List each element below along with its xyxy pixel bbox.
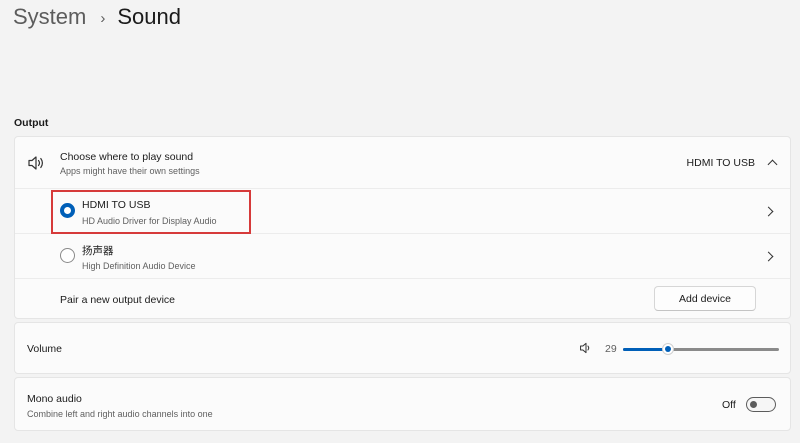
chevron-right-icon[interactable] <box>763 206 774 217</box>
breadcrumb-system-link[interactable]: System <box>13 4 86 30</box>
device-name: HDMI TO USB <box>82 199 151 211</box>
toggle-knob <box>750 401 757 408</box>
output-card: Choose where to play sound Apps might ha… <box>14 136 791 319</box>
choose-output-subtitle: Apps might have their own settings <box>60 166 200 176</box>
device-radio-unselected[interactable] <box>60 248 75 263</box>
device-radio-selected[interactable] <box>60 203 75 218</box>
volume-value: 29 <box>605 343 617 355</box>
mono-audio-subtitle: Combine left and right audio channels in… <box>27 409 213 419</box>
breadcrumb-separator: › <box>100 9 106 27</box>
mono-audio-card: Mono audio Combine left and right audio … <box>14 377 791 431</box>
current-output-value: HDMI TO USB <box>686 157 755 169</box>
pair-device-row: Pair a new output device Add device <box>15 279 790 319</box>
speaker-icon <box>28 156 43 170</box>
breadcrumb: System › Sound <box>13 2 181 32</box>
device-driver: HD Audio Driver for Display Audio <box>82 216 217 226</box>
volume-label: Volume <box>27 343 63 355</box>
device-name: 扬声器 <box>82 245 114 257</box>
choose-output-row[interactable]: Choose where to play sound Apps might ha… <box>15 137 790 189</box>
volume-slider-thumb[interactable] <box>662 343 674 355</box>
output-device-row[interactable]: 扬声器 High Definition Audio Device <box>15 234 790 279</box>
chevron-right-icon[interactable] <box>763 251 774 262</box>
output-device-row[interactable]: HDMI TO USB HD Audio Driver for Display … <box>15 189 790 234</box>
volume-slider[interactable] <box>623 342 779 356</box>
choose-output-title: Choose where to play sound <box>60 151 194 163</box>
mono-audio-toggle[interactable] <box>746 397 776 412</box>
speaker-icon[interactable] <box>579 341 593 355</box>
pair-device-label: Pair a new output device <box>60 294 175 306</box>
add-device-button[interactable]: Add device <box>654 286 756 311</box>
output-section-title: Output <box>14 117 49 129</box>
mono-audio-title: Mono audio <box>27 393 82 405</box>
page-title: Sound <box>117 4 181 29</box>
mono-audio-state: Off <box>722 399 736 411</box>
device-driver: High Definition Audio Device <box>82 261 196 271</box>
volume-card: Volume 29 <box>14 322 791 374</box>
chevron-up-icon[interactable] <box>767 159 778 170</box>
